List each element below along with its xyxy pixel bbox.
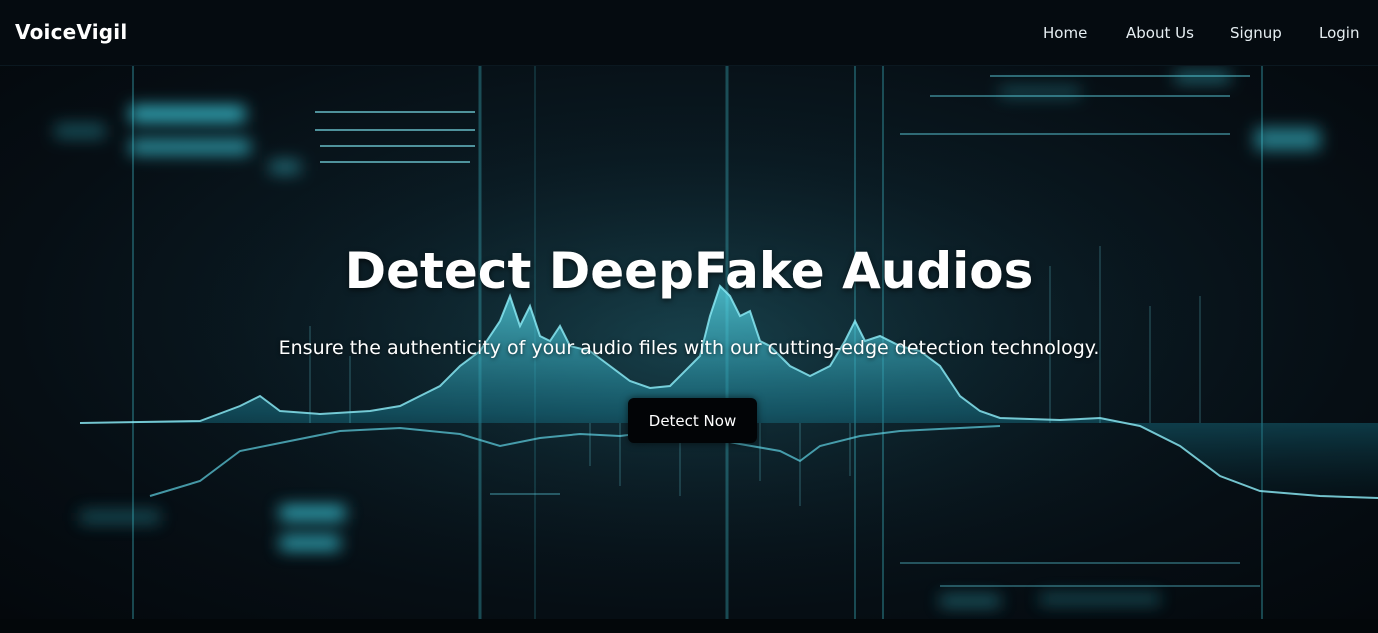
hero-subtitle: Ensure the authenticity of your audio fi… bbox=[278, 337, 1100, 359]
detect-now-button[interactable]: Detect Now bbox=[628, 398, 757, 443]
hero-title: Detect DeepFake Audios bbox=[344, 242, 1034, 300]
nav-link-about-us[interactable]: About Us bbox=[1126, 24, 1194, 42]
footer-strip bbox=[0, 619, 1378, 633]
nav-link-home[interactable]: Home bbox=[1043, 24, 1087, 42]
brand-logo[interactable]: VoiceVigil bbox=[15, 20, 127, 44]
hero-section: Detect DeepFake Audios Ensure the authen… bbox=[0, 66, 1378, 619]
nav-link-signup[interactable]: Signup bbox=[1230, 24, 1282, 42]
nav-link-login[interactable]: Login bbox=[1319, 24, 1359, 42]
navbar: VoiceVigil Home About Us Signup Login bbox=[0, 0, 1378, 66]
